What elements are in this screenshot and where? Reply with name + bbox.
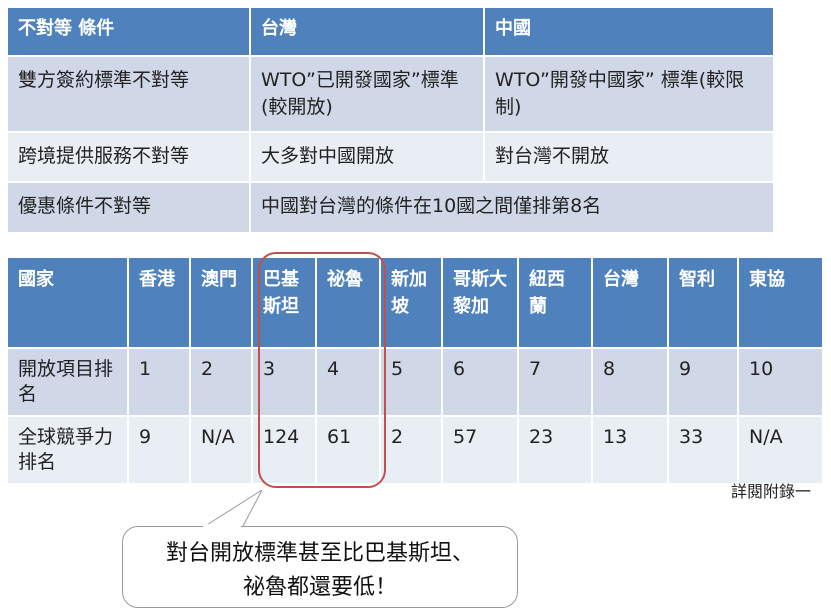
china-cell: WTO”開發中國家” 標準(較限制) <box>484 55 775 132</box>
cell: 2 <box>380 415 443 483</box>
cell: 9 <box>128 415 191 483</box>
header-hongkong: 香港 <box>128 258 191 348</box>
cell: 5 <box>380 347 443 416</box>
comparison-table: 不對等 條件 台灣 中國 雙方簽約標準不對等 WTO”已開發國家”標準(較開放)… <box>8 8 775 232</box>
row-label: 開放項目排名 <box>8 347 129 416</box>
cell: 33 <box>668 415 739 483</box>
header-macau: 澳門 <box>190 258 253 348</box>
callout-line-1: 對台開放標準甚至比巴基斯坦、 <box>165 541 474 566</box>
header-taiwan: 台灣 <box>592 258 669 348</box>
cell: 1 <box>128 347 191 416</box>
cell: 57 <box>442 415 519 483</box>
cell: 6 <box>442 347 519 416</box>
table-header-row: 不對等 條件 台灣 中國 <box>8 8 775 56</box>
table-row: 全球競爭力排名 9 N/A 124 61 2 57 23 13 33 N/A <box>8 415 824 483</box>
taiwan-cell: WTO”已開發國家”標準(較開放) <box>250 55 485 132</box>
callout-pointer-joint <box>203 524 241 528</box>
header-country: 國家 <box>8 258 129 348</box>
table-row: 跨境提供服務不對等 大多對中國開放 對台灣不開放 <box>8 131 775 182</box>
header-asean: 東協 <box>738 258 824 348</box>
header-singapore: 新加坡 <box>380 258 443 348</box>
row-label: 跨境提供服務不對等 <box>8 131 251 182</box>
cell: 10 <box>738 347 824 416</box>
ranking-table: 國家 香港 澳門 巴基斯坦 祕魯 新加坡 哥斯大黎加 紐西蘭 台灣 智利 東協 … <box>8 258 824 483</box>
callout-box: 對台開放標準甚至比巴基斯坦、 祕魯都還要低！ <box>122 526 518 608</box>
header-newzealand: 紐西蘭 <box>518 258 593 348</box>
header-condition: 不對等 條件 <box>8 8 251 56</box>
merged-cell: 中國對台灣的條件在10國之間僅排第8名 <box>250 181 775 232</box>
cell: 2 <box>190 347 253 416</box>
cell: 23 <box>518 415 593 483</box>
table-row: 優惠條件不對等 中國對台灣的條件在10國之間僅排第8名 <box>8 181 775 232</box>
taiwan-cell: 大多對中國開放 <box>250 131 485 182</box>
table-row: 雙方簽約標準不對等 WTO”已開發國家”標準(較開放) WTO”開發中國家” 標… <box>8 55 775 132</box>
cell: 7 <box>518 347 593 416</box>
header-chile: 智利 <box>668 258 739 348</box>
table-header-row: 國家 香港 澳門 巴基斯坦 祕魯 新加坡 哥斯大黎加 紐西蘭 台灣 智利 東協 <box>8 258 824 348</box>
row-label: 優惠條件不對等 <box>8 181 251 232</box>
cell: N/A <box>738 415 824 483</box>
appendix-note: 詳閱附錄一 <box>730 482 811 501</box>
cell: N/A <box>190 415 253 483</box>
cell: 9 <box>668 347 739 416</box>
header-china: 中國 <box>484 8 775 56</box>
header-taiwan: 台灣 <box>250 8 485 56</box>
row-label: 雙方簽約標準不對等 <box>8 55 251 132</box>
table-row: 開放項目排名 1 2 3 4 5 6 7 8 9 10 <box>8 347 824 416</box>
row-label: 全球競爭力排名 <box>8 415 129 483</box>
china-cell: 對台灣不開放 <box>484 131 775 182</box>
callout-line-2: 祕魯都還要低！ <box>242 575 397 600</box>
header-costarica: 哥斯大黎加 <box>442 258 519 348</box>
cell: 8 <box>592 347 669 416</box>
cell: 13 <box>592 415 669 483</box>
highlight-box <box>258 252 386 488</box>
